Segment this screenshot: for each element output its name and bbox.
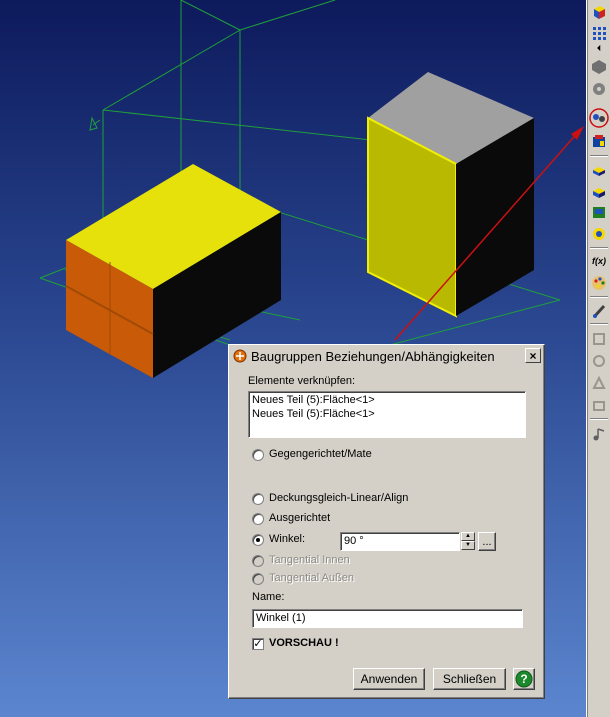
assembly-icon[interactable] (590, 132, 608, 150)
disabled-tool-icon (590, 352, 608, 370)
function-label: f(x) (592, 256, 606, 266)
radio-tangent-outer (252, 573, 264, 585)
dialog-titlebar[interactable]: Baugruppen Beziehungen/Abhängigkeiten × (231, 347, 542, 365)
color-palette-icon[interactable] (590, 274, 608, 292)
disabled-tool-icon (590, 374, 608, 392)
music-note-icon[interactable] (590, 425, 608, 443)
insert-part-icon[interactable] (590, 160, 608, 178)
app-icon (233, 349, 247, 363)
dialog-title: Baugruppen Beziehungen/Abhängigkeiten (251, 348, 495, 364)
name-input[interactable]: Winkel (1) (252, 609, 523, 628)
help-label: ? (520, 672, 527, 686)
list-item[interactable]: Neues Teil (5):Fläche<1> (252, 394, 375, 406)
mate-part-icon[interactable] (590, 203, 608, 221)
hexagon-icon[interactable] (590, 58, 608, 76)
list-item[interactable]: Neues Teil (5):Fläche<1> (252, 408, 375, 420)
radio-oriented-label[interactable]: Ausgerichtet (269, 512, 330, 524)
view-cube-icon[interactable] (590, 3, 608, 21)
function-icon[interactable]: f(x) (590, 252, 608, 270)
move-part-icon[interactable] (590, 182, 608, 200)
radio-angle[interactable] (252, 534, 264, 546)
brush-icon[interactable] (590, 302, 608, 320)
mate-constraints-dialog: Baugruppen Beziehungen/Abhängigkeiten × … (228, 344, 545, 699)
radio-align-label[interactable]: Deckungsgleich-Linear/Align (269, 492, 408, 504)
apply-button[interactable]: Anwenden (353, 668, 425, 690)
chevron-left-icon[interactable] (590, 42, 608, 54)
help-icon: ? (515, 670, 533, 688)
radio-mate[interactable] (252, 449, 264, 461)
angle-more-button[interactable]: ... (478, 532, 496, 551)
constraint-icon[interactable] (589, 108, 609, 128)
close-button[interactable]: × (525, 348, 541, 363)
right-toolbar: f(x) (586, 0, 610, 717)
radio-tangent-inner (252, 555, 264, 567)
radio-oriented[interactable] (252, 513, 264, 525)
radio-mate-label[interactable]: Gegengerichtet/Mate (269, 448, 372, 460)
preview-checkbox[interactable]: ✓ (252, 638, 264, 650)
elements-label: Elemente verknüpfen: (248, 375, 356, 387)
right-block[interactable] (367, 72, 534, 318)
angle-input[interactable]: 90 ° (340, 532, 460, 551)
close-dialog-button[interactable]: Schließen (433, 668, 506, 690)
disabled-tool-icon (590, 396, 608, 414)
help-button[interactable]: ? (513, 668, 535, 690)
preview-label[interactable]: VORSCHAU ! (269, 637, 339, 649)
name-label: Name: (252, 591, 285, 603)
gear-part-icon[interactable] (590, 80, 608, 98)
disabled-tool-icon (590, 330, 608, 348)
radio-tangent-inner-label: Tangential Innen (269, 554, 350, 566)
radio-angle-label[interactable]: Winkel: (269, 533, 305, 545)
grid-icon[interactable] (590, 24, 608, 42)
radio-tangent-outer-label: Tangential Außen (269, 572, 355, 584)
elements-list[interactable]: Neues Teil (5):Fläche<1> Neues Teil (5):… (248, 391, 526, 438)
angle-spin-down[interactable]: ▼ (461, 541, 475, 550)
rotate-part-icon[interactable] (590, 225, 608, 243)
angle-spin-up[interactable]: ▲ (461, 532, 475, 541)
radio-align[interactable] (252, 493, 264, 505)
